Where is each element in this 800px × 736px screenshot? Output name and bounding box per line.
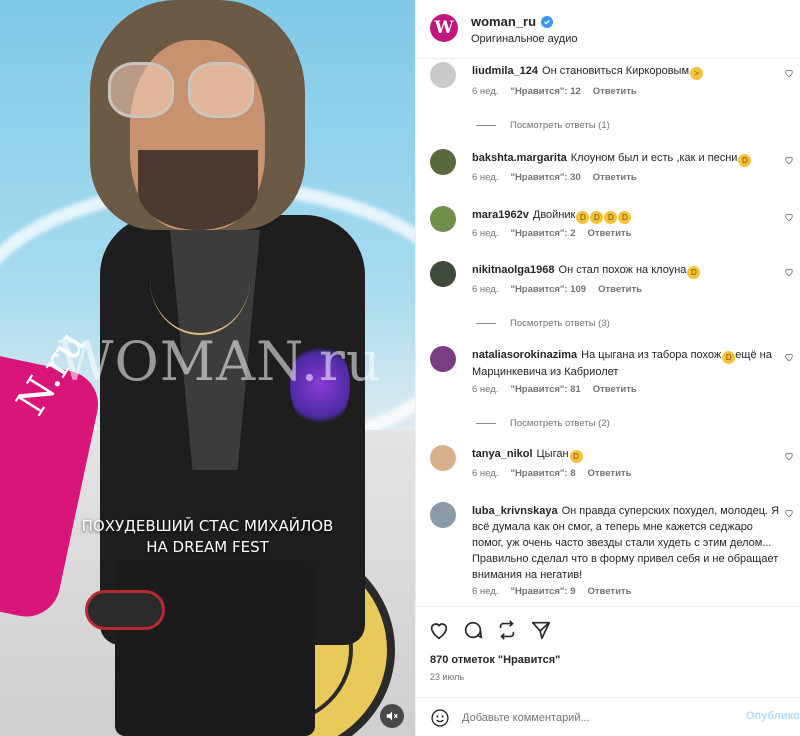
view-replies-label: Посмотреть ответы (1): [510, 120, 610, 131]
repost-icon[interactable]: [496, 619, 518, 641]
comments-list: liudmila_124 Он становиться Киркоровым >6 …: [416, 60, 800, 606]
post-comment-button[interactable]: Опублико: [746, 710, 800, 722]
comment-likes[interactable]: "Нравится": 12: [510, 86, 580, 97]
angry-emoji-icon: >: [690, 67, 703, 80]
reply-button[interactable]: Ответить: [593, 384, 637, 395]
person-beard: [138, 150, 258, 230]
comment-age: 6 нед.: [472, 384, 499, 395]
comment-like-icon[interactable]: [784, 267, 794, 277]
comment-age: 6 нед.: [472, 468, 499, 479]
comment-likes[interactable]: "Нравится": 8: [510, 468, 575, 479]
comment-likes[interactable]: "Нравится": 109: [510, 284, 586, 295]
laugh-emoji-icon: D: [687, 266, 701, 279]
comment-icon[interactable]: [462, 619, 484, 641]
reply-button[interactable]: Ответить: [593, 86, 637, 97]
comment-text: Он становиться Киркоровым: [542, 65, 689, 77]
comment-like-icon[interactable]: [784, 155, 794, 165]
comment-text: Цыган: [536, 448, 569, 460]
avatar[interactable]: [430, 445, 456, 471]
laugh-emoji-icon: D: [569, 450, 583, 463]
reply-button[interactable]: Ответить: [588, 228, 632, 239]
avatar[interactable]: [430, 261, 456, 287]
account-username[interactable]: woman_ru: [471, 14, 536, 29]
comment-age: 6 нед.: [472, 172, 499, 183]
comment-text: На цыгана из табора похож: [581, 349, 722, 361]
likes-count[interactable]: 870 отметок "Нравится": [430, 654, 560, 666]
comment-like-icon[interactable]: [784, 451, 794, 461]
avatar[interactable]: [430, 149, 456, 175]
speaker-muted-icon[interactable]: [380, 704, 404, 728]
comment-age: 6 нед.: [472, 586, 499, 597]
comment-username[interactable]: luba_krivnskaya: [472, 505, 558, 517]
laugh-emoji-icon: D: [590, 211, 604, 224]
reply-button[interactable]: Ответить: [588, 468, 632, 479]
view-replies-label: Посмотреть ответы (3): [510, 318, 610, 329]
post-date: 23 июль: [430, 672, 465, 682]
comment-input[interactable]: [462, 710, 732, 726]
emoji-picker-icon[interactable]: [430, 708, 450, 728]
view-replies-label: Посмотреть ответы (2): [510, 418, 610, 429]
avatar[interactable]: [430, 502, 456, 528]
comment-like-icon[interactable]: [784, 352, 794, 362]
comment-username[interactable]: tanya_nikol: [472, 448, 533, 460]
view-replies-button[interactable]: Посмотреть ответы (3): [476, 318, 610, 329]
person-chain: [150, 225, 250, 335]
reply-button[interactable]: Ответить: [598, 284, 642, 295]
view-replies-button[interactable]: Посмотреть ответы (2): [476, 418, 610, 429]
comment-likes[interactable]: "Нравится": 81: [510, 384, 580, 395]
comment-text: Двойник: [532, 209, 576, 221]
laugh-emoji-icon: D: [576, 211, 590, 224]
add-comment-bar: Опублико: [416, 697, 800, 736]
comment-like-icon[interactable]: [784, 68, 794, 78]
reply-button[interactable]: Ответить: [588, 586, 632, 597]
comment-username[interactable]: nikitnaolga1968: [472, 264, 555, 276]
comment-username[interactable]: liudmila_124: [472, 65, 538, 77]
watermark: WOMAN.ru: [58, 330, 382, 393]
comment-text: Он стал похож на клоуна: [558, 264, 687, 276]
comment-username[interactable]: bakshta.margarita: [472, 152, 567, 164]
account-avatar[interactable]: W: [430, 14, 458, 42]
reply-button[interactable]: Ответить: [593, 172, 637, 183]
avatar[interactable]: [430, 62, 456, 88]
comment-username[interactable]: mara1962v: [472, 209, 529, 221]
person-shoe: [85, 590, 165, 630]
person-pants: [115, 560, 315, 736]
post-panel: W woman_ru Оригинальное аудио liudmila_1…: [415, 0, 800, 736]
video-caption: ПОХУДЕВШИЙ СТАС МИХАЙЛОВ НА DREAM FEST: [81, 517, 334, 556]
comment-text: Клоуном был и есть ,как и песни: [570, 152, 738, 164]
comment-age: 6 нед.: [472, 284, 499, 295]
laugh-emoji-icon: D: [604, 211, 618, 224]
comment-age: 6 нед.: [472, 86, 499, 97]
comment-likes[interactable]: "Нравится": 9: [510, 586, 575, 597]
audio-link[interactable]: Оригинальное аудио: [471, 33, 578, 45]
verified-badge-icon: [541, 15, 554, 28]
like-heart-icon[interactable]: [428, 619, 450, 641]
post-header: W woman_ru Оригинальное аудио: [416, 0, 800, 59]
comment-username[interactable]: nataliasorokinazima: [472, 349, 577, 361]
avatar[interactable]: [430, 346, 456, 372]
comment-like-icon[interactable]: [784, 212, 794, 222]
person-glasses: [108, 62, 256, 120]
comment-like-icon[interactable]: [784, 508, 794, 518]
view-replies-button[interactable]: Посмотреть ответы (1): [476, 120, 610, 131]
comment-age: 6 нед.: [472, 228, 499, 239]
comment-likes[interactable]: "Нравится": 30: [510, 172, 580, 183]
share-icon[interactable]: [530, 619, 552, 641]
laugh-emoji-icon: D: [738, 154, 752, 167]
laugh-emoji-icon: D: [618, 211, 632, 224]
action-bar: [416, 606, 800, 646]
comment-likes[interactable]: "Нравится": 2: [510, 228, 575, 239]
reel-video[interactable]: N.ru WOMAN.ru ПОХУДЕВШИЙ СТАС МИХАЙЛОВ Н…: [0, 0, 415, 736]
avatar[interactable]: [430, 206, 456, 232]
grin-emoji-icon: D: [722, 351, 736, 364]
